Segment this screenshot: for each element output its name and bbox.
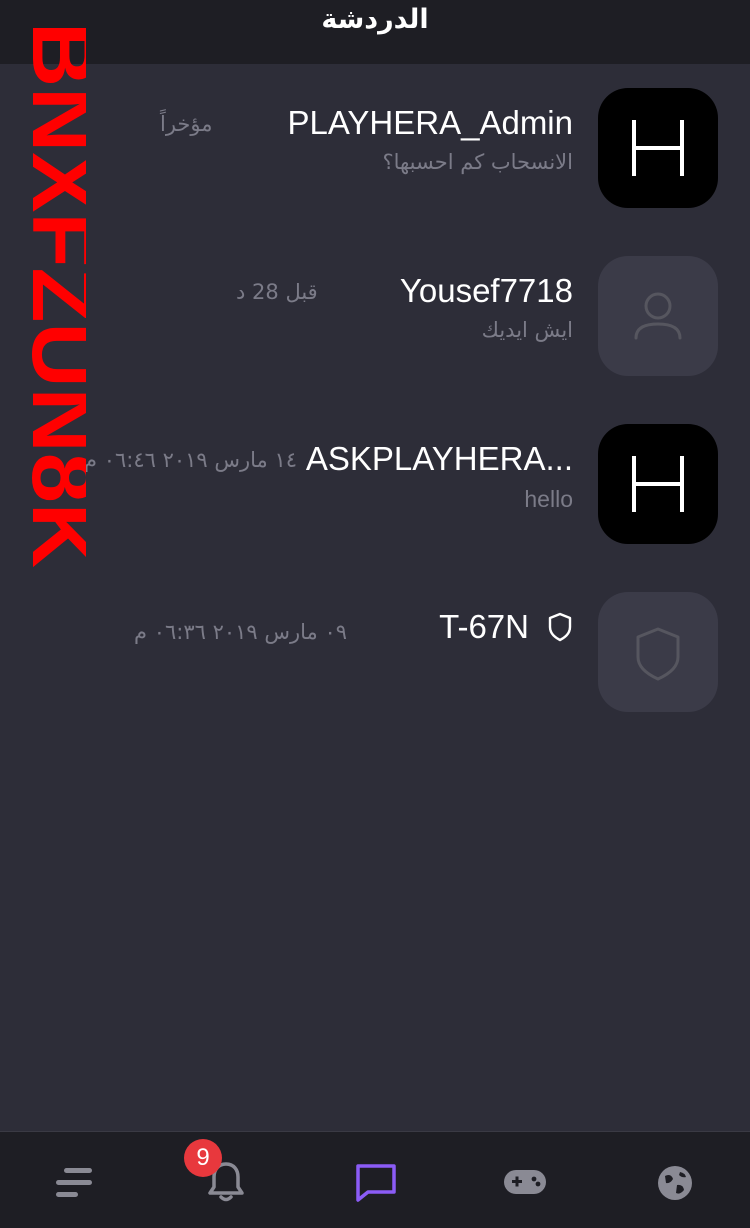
chat-item[interactable]: PLAYHERA_Admin الانسحاب كم احسبها؟ مؤخرا… (0, 64, 750, 232)
chat-icon (356, 1164, 396, 1202)
user-placeholder-icon (598, 256, 718, 376)
chat-name-row: T-67N (439, 608, 573, 646)
chat-screen: الدردشة PLAYHERA_Admin الانسحاب كم احسبه… (0, 0, 750, 1228)
chat-item[interactable]: T-67N ٠٩ مارس ٢٠١٩ ٠٦:٣٦ م (0, 568, 750, 736)
tab-games[interactable] (450, 1132, 600, 1228)
playhera-logo-avatar (598, 88, 718, 208)
shield-icon (548, 612, 572, 642)
chat-name: PLAYHERA_Admin (287, 104, 573, 141)
chat-name: ASKPLAYHERA... (305, 440, 573, 477)
gamepad-icon (504, 1170, 546, 1194)
tab-chat[interactable] (300, 1132, 450, 1228)
chat-preview: hello (524, 486, 573, 512)
tab-notifications[interactable] (150, 1132, 300, 1228)
chat-item[interactable]: ASKPLAYHERA... hello ١٤ مارس ٢٠١٩ ٠٦:٤٦ … (0, 400, 750, 568)
notification-badge: 9 (184, 1139, 222, 1177)
chat-time: قبل 28 د (236, 280, 318, 304)
chat-time: مؤخراً (160, 112, 213, 136)
shield-placeholder-icon (598, 592, 718, 712)
chat-name: T-67N (439, 608, 529, 645)
header-bar: الدردشة (0, 0, 750, 64)
chat-time: ٠٩ مارس ٢٠١٩ ٠٦:٣٦ م (134, 620, 348, 644)
chat-item[interactable]: Yousef7718 ايش ايديك قبل 28 د (0, 232, 750, 400)
svg-text:BNXFZUN8K: BNXFZUN8K (14, 22, 86, 568)
page-title: الدردشة (321, 4, 429, 35)
chat-name: Yousef7718 (399, 272, 573, 309)
chat-preview: ايش ايديك (481, 318, 573, 342)
playhera-logo-avatar (598, 424, 718, 544)
globe-icon (658, 1166, 692, 1200)
tab-menu[interactable] (0, 1132, 150, 1228)
tab-explore[interactable] (600, 1132, 750, 1228)
chat-preview: الانسحاب كم احسبها؟ (382, 150, 573, 174)
bottom-nav (0, 1131, 750, 1228)
watermark-text: BNXFZUN8K (14, 22, 86, 568)
menu-icon (56, 1168, 92, 1197)
chat-time: ١٤ مارس ٢٠١٩ ٠٦:٤٦ م (84, 448, 298, 472)
